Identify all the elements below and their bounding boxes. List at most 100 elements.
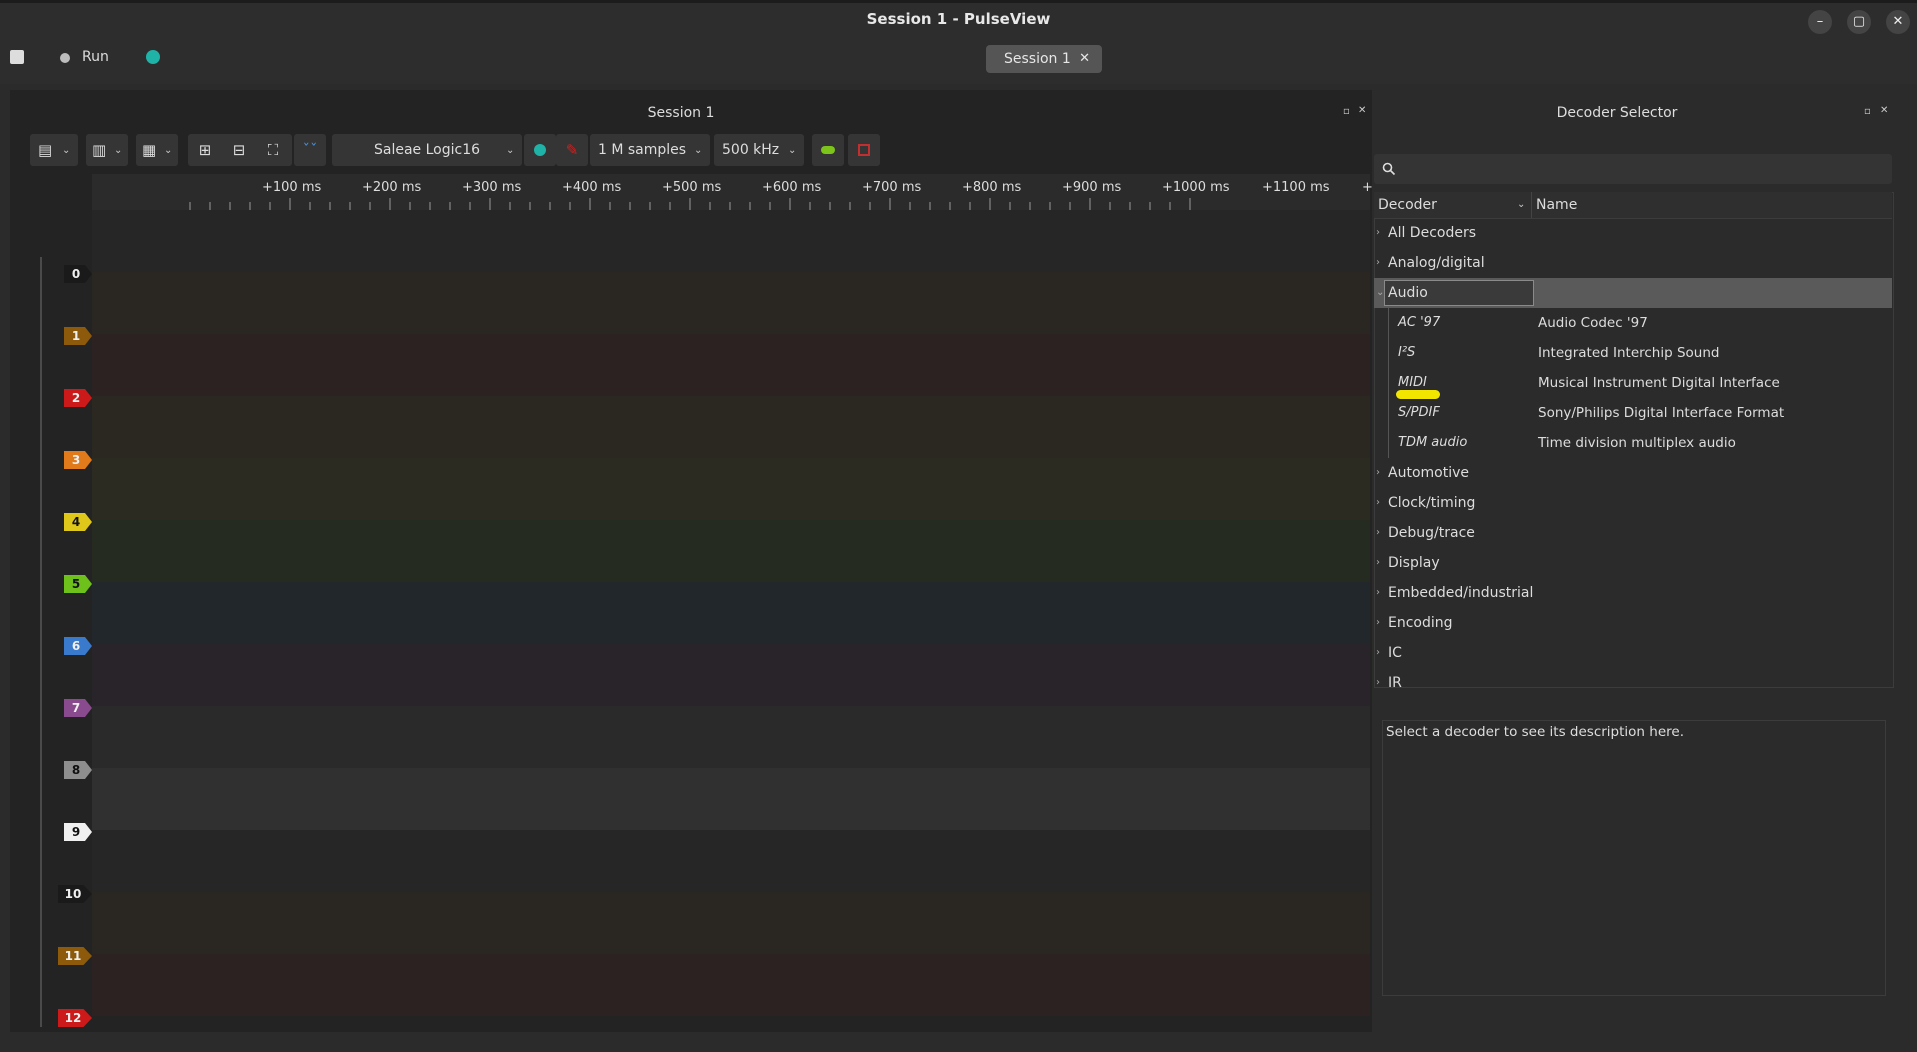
cursor-button[interactable]: ˇˇ — [294, 134, 326, 166]
probe-icon — [534, 144, 546, 156]
trace-row[interactable] — [92, 272, 1370, 334]
samples-select[interactable]: 1 M samples ⌄ — [590, 134, 710, 166]
chevron-right-icon[interactable]: › — [1376, 488, 1380, 518]
trace-row[interactable] — [92, 334, 1370, 396]
decoder-icon[interactable] — [146, 50, 160, 64]
decoder-category[interactable]: › All Decoders — [1374, 218, 1892, 248]
decoder-item[interactable]: MIDI Musical Instrument Digital Interface — [1374, 368, 1892, 398]
trace-row[interactable] — [92, 520, 1370, 582]
decoder-id: AC '97 — [1398, 315, 1441, 330]
chevron-down-icon[interactable]: ⌄ — [1376, 278, 1384, 308]
chevron-right-icon[interactable]: › — [1376, 638, 1380, 668]
tree-header — [1374, 192, 1892, 219]
category-label: Display — [1388, 555, 1440, 571]
chevron-right-icon[interactable]: › — [1376, 518, 1380, 548]
tree-guide-line — [1388, 368, 1389, 398]
run-button[interactable]: Run — [82, 49, 109, 65]
chevron-right-icon[interactable]: › — [1376, 668, 1380, 698]
save-button[interactable]: ▥ ⌄ — [86, 134, 128, 166]
decoder-description: Select a decoder to see its description … — [1386, 724, 1684, 740]
export-button[interactable]: ▦ ⌄ — [136, 134, 178, 166]
save-icon: ▥ — [92, 141, 107, 159]
decoder-category[interactable]: › Analog/digital — [1374, 248, 1892, 278]
category-label: All Decoders — [1388, 225, 1477, 241]
trace-row[interactable] — [92, 396, 1370, 458]
decoder-category[interactable]: › Automotive — [1374, 458, 1892, 488]
new-session-icon[interactable] — [10, 50, 24, 64]
decoder-item[interactable]: I²S Integrated Interchip Sound — [1374, 338, 1892, 368]
close-pane-icon[interactable]: ✕ — [1358, 105, 1366, 116]
trace-row[interactable] — [92, 954, 1370, 1016]
zoom-fit-icon[interactable]: ⛶ — [262, 134, 284, 166]
chevron-down-icon: ⌄ — [506, 145, 515, 156]
open-button[interactable]: ▤ ⌄ — [30, 134, 78, 166]
chevron-down-icon: ⌄ — [694, 145, 703, 156]
trace-row[interactable] — [92, 582, 1370, 644]
run-indicator-icon — [60, 53, 70, 63]
decoder-item[interactable]: S/PDIF Sony/Philips Digital Interface For… — [1374, 398, 1892, 428]
decoder-id: I²S — [1398, 345, 1416, 360]
math-channel-button[interactable] — [848, 134, 880, 166]
ruler-label: +300 ms — [462, 180, 522, 195]
chevron-right-icon[interactable]: › — [1376, 548, 1380, 578]
close-button[interactable]: ✕ — [1886, 10, 1910, 34]
trace-row[interactable] — [92, 706, 1370, 768]
samples-label: 1 M samples — [598, 142, 687, 158]
samplerate-select[interactable]: 500 kHz ⌄ — [714, 134, 804, 166]
maximize-button[interactable]: ▢ — [1847, 10, 1871, 34]
trace-row[interactable] — [92, 830, 1370, 892]
column-header-decoder[interactable]: Decoder — [1378, 192, 1437, 218]
cursor-icon: ˇˇ — [302, 141, 318, 159]
trace-row[interactable] — [92, 644, 1370, 706]
configure-device-button[interactable] — [524, 134, 556, 166]
trace-row[interactable] — [92, 210, 1370, 272]
tree-guide-line — [1388, 308, 1389, 338]
tab-session-1[interactable]: Session 1 ✕ — [986, 45, 1102, 73]
chevron-down-icon: ⌄ — [62, 145, 71, 156]
zoom-out-icon[interactable]: ⊟ — [228, 134, 250, 166]
float-pane-icon[interactable]: ▫ — [1343, 106, 1350, 117]
decoder-description-box — [1382, 720, 1886, 996]
chevron-right-icon[interactable]: › — [1376, 458, 1380, 488]
chevron-down-icon: ⌄ — [114, 145, 123, 156]
decoder-category[interactable]: › Debug/trace — [1374, 518, 1892, 548]
trace-row[interactable] — [92, 892, 1370, 954]
decoder-category[interactable]: › Encoding — [1374, 608, 1892, 638]
float-pane-icon[interactable]: ▫ — [1864, 106, 1871, 117]
decoder-item[interactable]: TDM audio Time division multiplex audio — [1374, 428, 1892, 458]
chevron-right-icon[interactable]: › — [1376, 218, 1380, 248]
decoder-category[interactable]: › Clock/timing — [1374, 488, 1892, 518]
column-header-name[interactable]: Name — [1536, 192, 1577, 218]
close-pane-icon[interactable]: ✕ — [1880, 105, 1888, 116]
column-divider — [1531, 192, 1532, 218]
configure-channels-button[interactable]: ✎ — [556, 134, 588, 166]
decoder-category[interactable]: › IR — [1374, 668, 1892, 698]
decoder-search-input[interactable] — [1374, 154, 1892, 184]
chevron-right-icon[interactable]: › — [1376, 248, 1380, 278]
minimize-button[interactable]: – — [1808, 10, 1832, 34]
device-select[interactable]: Saleae Logic16 ⌄ — [332, 134, 522, 166]
close-tab-icon[interactable]: ✕ — [1079, 45, 1090, 73]
highlight-mark — [1396, 390, 1440, 399]
trace-row[interactable] — [92, 458, 1370, 520]
ruler-label: +400 ms — [562, 180, 622, 195]
decoder-selector-title: Decoder Selector — [1556, 105, 1678, 121]
ruler-label: +200 ms — [362, 180, 422, 195]
ruler-label: +700 ms — [862, 180, 922, 195]
tree-guide-line — [1388, 338, 1389, 368]
decoder-category[interactable]: › Embedded/industrial — [1374, 578, 1892, 608]
decoder-category[interactable]: › Display — [1374, 548, 1892, 578]
chevron-right-icon[interactable]: › — [1376, 608, 1380, 638]
decoder-add-icon — [821, 146, 835, 154]
decoder-category[interactable]: › IC — [1374, 638, 1892, 668]
add-decoder-button[interactable] — [812, 134, 844, 166]
decoder-id: S/PDIF — [1398, 405, 1440, 420]
zoom-in-icon[interactable]: ⊞ — [194, 134, 216, 166]
decoder-item[interactable]: AC '97 Audio Codec '97 — [1374, 308, 1892, 338]
export-icon: ▦ — [142, 141, 157, 159]
search-icon — [1382, 162, 1396, 176]
decoder-name: Time division multiplex audio — [1538, 435, 1736, 451]
chevron-right-icon[interactable]: › — [1376, 578, 1380, 608]
trace-row[interactable] — [92, 768, 1370, 830]
decoder-category[interactable]: ⌄ Audio — [1374, 278, 1892, 308]
